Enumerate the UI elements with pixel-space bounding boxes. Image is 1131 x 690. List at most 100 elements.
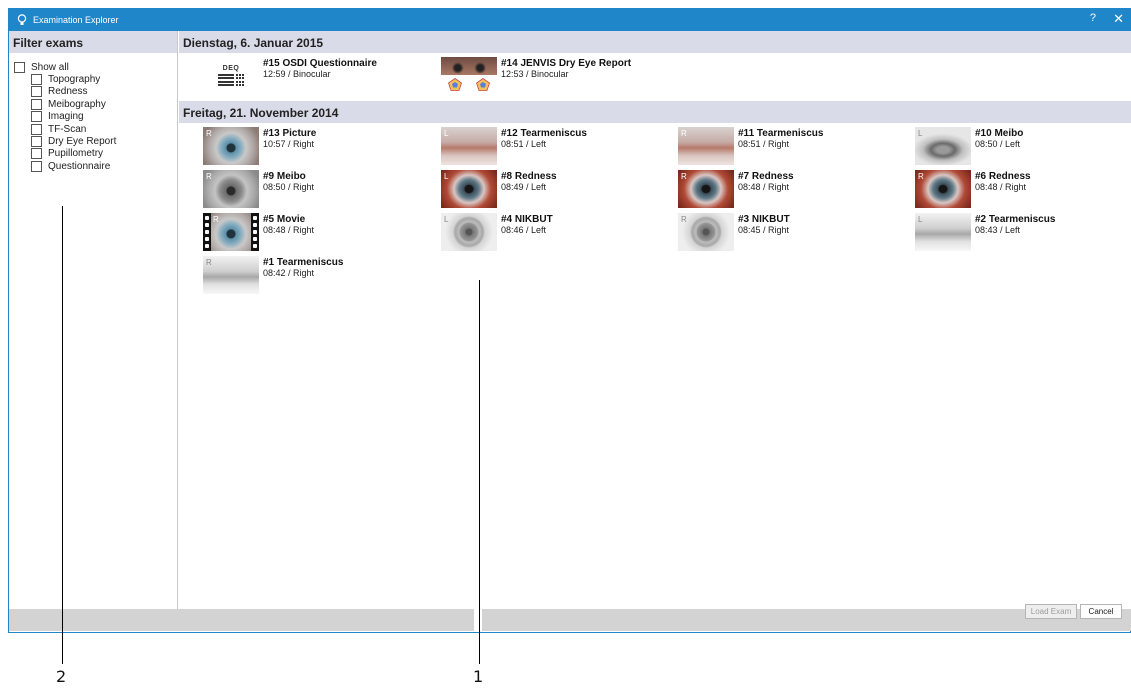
lightbulb-icon [13, 9, 31, 31]
exam-item[interactable]: R #11 Tearmeniscus 08:51 / Right [678, 127, 823, 165]
exam-info: #14 JENVIS Dry Eye Report 12:53 / Binocul… [501, 57, 631, 80]
exam-info: #5 Movie 08:48 / Right [263, 213, 314, 236]
exam-time: 08:49 / Left [501, 182, 547, 192]
exam-row: R #9 Meibo 08:50 / Right L #8 Redness 08:49 /… [179, 170, 1131, 213]
cancel-button[interactable]: Cancel [1080, 604, 1122, 619]
exam-item[interactable]: R #9 Meibo 08:50 / Right [203, 170, 314, 208]
checkbox-box[interactable] [31, 136, 42, 148]
exam-thumbnail: R [203, 256, 259, 294]
exam-thumbnail: L [915, 127, 971, 165]
radar-chart-icon [476, 78, 490, 91]
filter-checkbox-label: Meibography [48, 98, 106, 110]
callout-number-2: 2 [56, 667, 67, 686]
exam-time: 08:42 / Right [263, 268, 315, 278]
exam-name: #1 Tearmeniscus [263, 257, 344, 268]
exam-item[interactable]: L #2 Tearmeniscus 08:43 / Left [915, 213, 1055, 251]
exam-thumbnail: R [678, 170, 734, 208]
exam-time: 08:51 / Left [501, 139, 547, 149]
exam-name: #11 Tearmeniscus [738, 128, 824, 139]
exam-list: Dienstag, 6. Januar 2015 DEQ #15 OSDI Ques… [179, 31, 1131, 609]
filter-title: Filter exams [9, 31, 177, 53]
eye-side-label: L [444, 172, 449, 181]
exam-item[interactable]: L #10 Meibo 08:50 / Left [915, 127, 1023, 165]
filter-checkbox-label: TF-Scan [48, 123, 87, 135]
filter-checkbox-dry-eye-report[interactable]: Dry Eye Report [14, 135, 177, 148]
close-button[interactable]: ✕ [1113, 11, 1124, 27]
exam-info: #15 OSDI Questionnaire 12:59 / Binocular [263, 57, 377, 80]
exam-name: #7 Redness [738, 171, 794, 182]
exam-time: 08:50 / Left [975, 139, 1021, 149]
exam-info: #7 Redness 08:48 / Right [738, 170, 794, 193]
exam-item[interactable]: R #1 Tearmeniscus 08:42 / Right [203, 256, 343, 294]
exam-item[interactable]: L #4 NIKBUT 08:46 / Left [441, 213, 553, 251]
exam-name: #9 Meibo [263, 171, 306, 182]
exam-info: #1 Tearmeniscus 08:42 / Right [263, 256, 343, 279]
eye-side-label: R [681, 129, 687, 138]
exam-info: #6 Redness 08:48 / Right [975, 170, 1031, 193]
checkbox-box[interactable] [31, 111, 42, 123]
filter-checkbox-label: Pupillometry [48, 148, 104, 160]
filter-checkbox-label: Imaging [48, 111, 84, 123]
exam-info: #10 Meibo 08:50 / Left [975, 127, 1023, 150]
exam-name: #3 NIKBUT [738, 214, 790, 225]
exam-item[interactable]: DEQ #15 OSDI Questionnaire 12:59 / Binocul… [203, 57, 377, 95]
exam-item[interactable]: R #3 NIKBUT 08:45 / Right [678, 213, 790, 251]
filter-checkbox-imaging[interactable]: Imaging [14, 111, 177, 123]
checkbox-box[interactable] [31, 86, 42, 98]
exam-info: #2 Tearmeniscus 08:43 / Left [975, 213, 1055, 236]
callout-line-1 [479, 280, 480, 664]
exam-item[interactable]: L #12 Tearmeniscus 08:51 / Left [441, 127, 587, 165]
filter-checkbox-pupillometry[interactable]: Pupillometry [14, 148, 177, 160]
exam-item[interactable]: #14 JENVIS Dry Eye Report 12:53 / Binocul… [441, 57, 631, 95]
exam-name: #4 NIKBUT [501, 214, 553, 225]
checkbox-box[interactable] [31, 148, 42, 160]
exam-time: 08:45 / Right [738, 225, 790, 235]
questionnaire-icon: DEQ [222, 64, 240, 72]
show-all-checkbox[interactable]: Show all [14, 61, 177, 73]
checkbox-box[interactable] [31, 98, 42, 110]
exam-name: #5 Movie [263, 214, 306, 225]
checkbox-box[interactable] [14, 61, 25, 73]
exam-time: 08:46 / Left [501, 225, 547, 235]
exam-name: #8 Redness [501, 171, 557, 182]
exam-name: #2 Tearmeniscus [975, 214, 1056, 225]
exam-name: #10 Meibo [975, 128, 1024, 139]
exam-thumbnail: L [441, 213, 497, 251]
exam-row: R #13 Picture 10:57 / Right L #12 Tearmenisc… [179, 127, 1131, 170]
exam-thumbnail: L [441, 127, 497, 165]
show-all-label: Show all [31, 61, 69, 73]
filter-checkbox-tf-scan[interactable]: TF-Scan [14, 123, 177, 135]
exam-item[interactable]: R #5 Movie 08:48 / Right [203, 213, 314, 251]
exam-name: #13 Picture [263, 128, 317, 139]
filter-panel: Filter exams Show all Topography Redness M… [9, 31, 178, 609]
filter-checkbox-questionnaire[interactable]: Questionnaire [14, 160, 177, 172]
filter-checkbox-topography[interactable]: Topography [14, 73, 177, 86]
exam-item[interactable]: R #6 Redness 08:48 / Right [915, 170, 1031, 208]
filter-checkbox-label: Redness [48, 86, 88, 98]
eye-side-label: L [444, 215, 449, 224]
exam-time: 08:51 / Right [738, 139, 790, 149]
radar-chart-icon [448, 78, 462, 91]
filter-status-bar [9, 609, 474, 631]
film-strip-icon [203, 213, 211, 251]
exam-name: #14 JENVIS Dry Eye Report [501, 58, 632, 69]
checkbox-box[interactable] [31, 74, 42, 86]
exam-time: 10:57 / Right [263, 139, 315, 149]
exam-row: DEQ #15 OSDI Questionnaire 12:59 / Binocul… [179, 57, 1131, 100]
filter-checkbox-meibography[interactable]: Meibography [14, 98, 177, 110]
load-exam-button[interactable]: Load Exam [1025, 604, 1077, 619]
exam-row: R #5 Movie 08:48 / Right L #4 NIKBUT 08:46 / … [179, 213, 1131, 256]
filter-checkbox-redness[interactable]: Redness [14, 86, 177, 98]
exam-info: #12 Tearmeniscus 08:51 / Left [501, 127, 587, 150]
title-bar: Examination Explorer ? ✕ [9, 9, 1130, 31]
exam-item[interactable]: R #13 Picture 10:57 / Right [203, 127, 316, 165]
eye-side-label: R [681, 172, 687, 181]
exam-name: #6 Redness [975, 171, 1031, 182]
checkbox-box[interactable] [31, 160, 42, 172]
help-button[interactable]: ? [1090, 12, 1096, 24]
exam-item[interactable]: L #8 Redness 08:49 / Left [441, 170, 557, 208]
filter-checkbox-label: Dry Eye Report [48, 136, 117, 148]
checkbox-box[interactable] [31, 123, 42, 135]
exam-item[interactable]: R #7 Redness 08:48 / Right [678, 170, 794, 208]
filter-checkbox-label: Topography [48, 74, 101, 86]
